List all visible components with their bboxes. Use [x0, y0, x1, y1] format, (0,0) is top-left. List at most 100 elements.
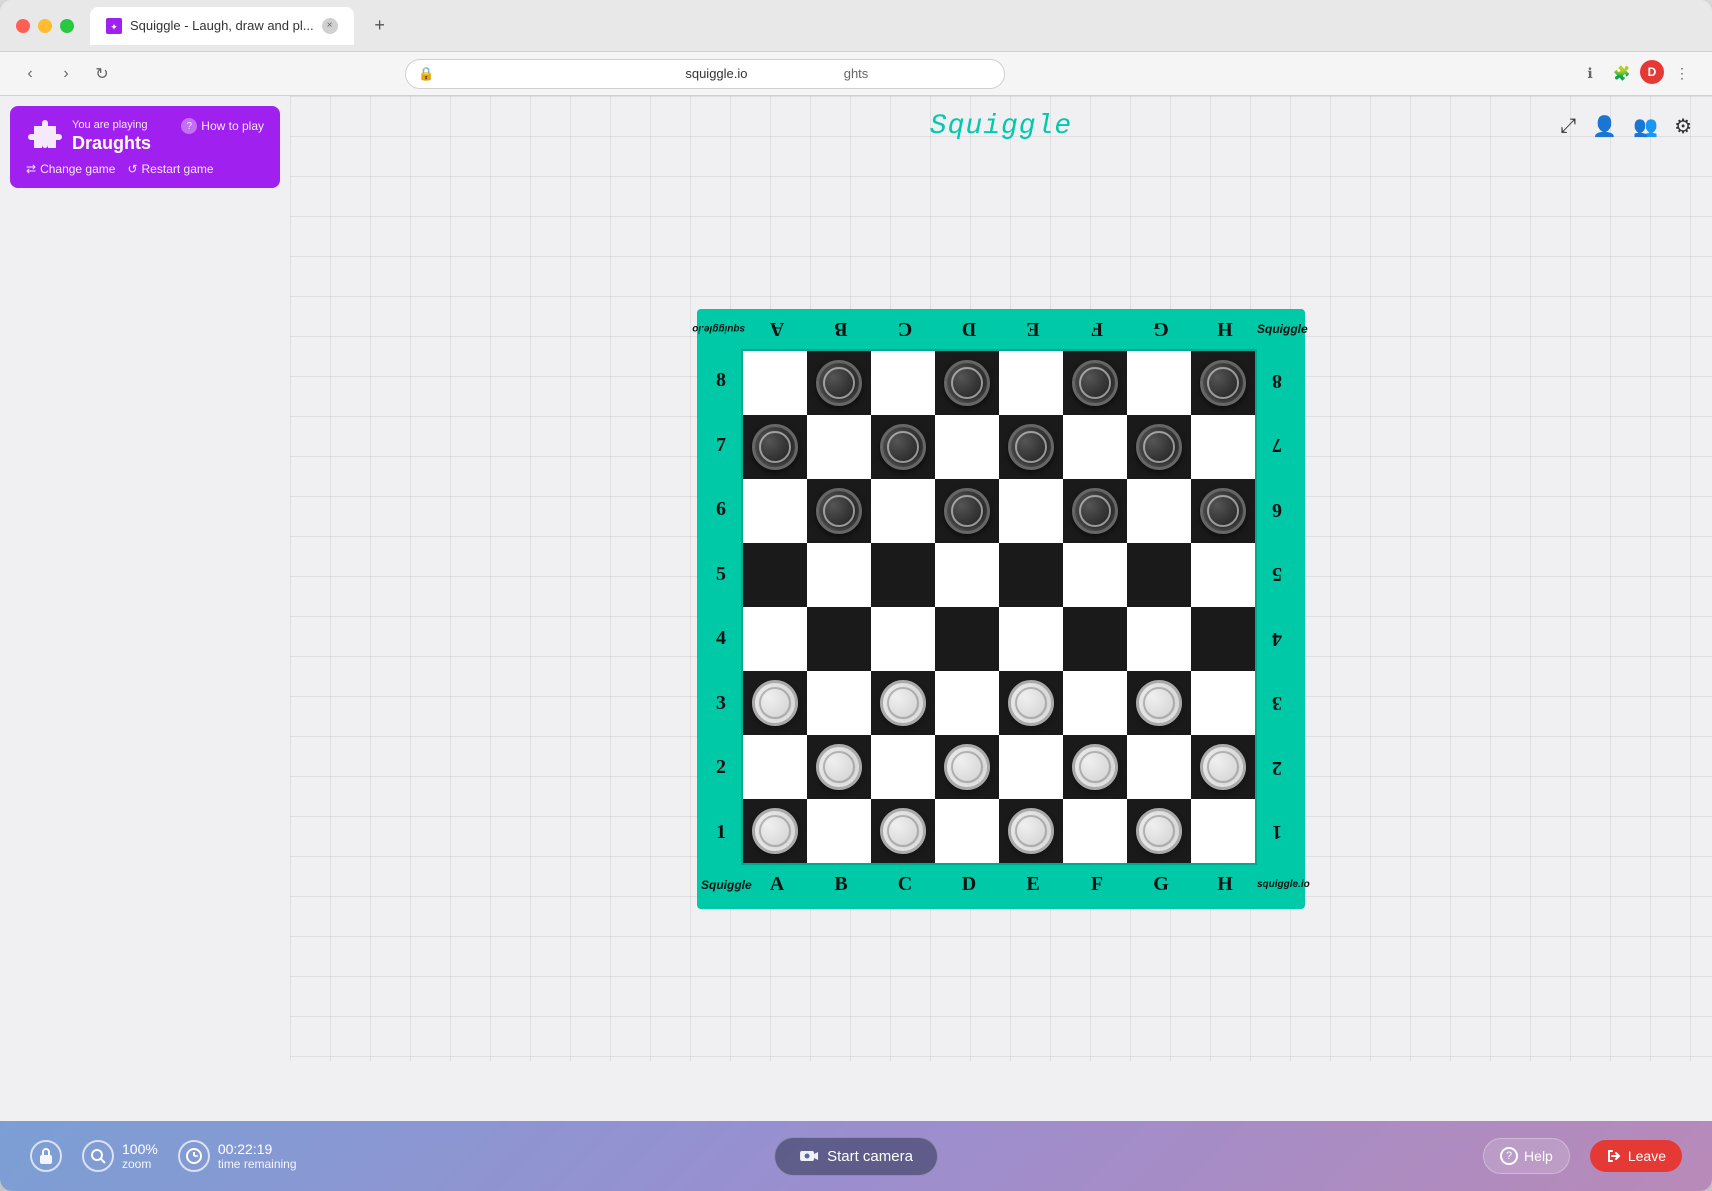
light-piece-7-0[interactable]: [752, 808, 798, 854]
light-piece-7-2[interactable]: [880, 808, 926, 854]
light-piece-6-7[interactable]: [1200, 744, 1246, 790]
board-cell-4-6[interactable]: [1127, 607, 1191, 671]
back-button[interactable]: ‹: [16, 60, 44, 88]
change-game-button[interactable]: ⇄ Change game: [26, 162, 115, 176]
close-button[interactable]: [16, 19, 30, 33]
board-cell-3-2[interactable]: [871, 543, 935, 607]
board-cell-4-2[interactable]: [871, 607, 935, 671]
dark-piece-1-2[interactable]: [880, 424, 926, 470]
board-cell-5-0[interactable]: [743, 671, 807, 735]
board-cell-3-1[interactable]: [807, 543, 871, 607]
dark-piece-2-7[interactable]: [1200, 488, 1246, 534]
board-cell-4-4[interactable]: [999, 607, 1063, 671]
board-cell-0-4[interactable]: [999, 351, 1063, 415]
board-cell-0-0[interactable]: [743, 351, 807, 415]
board-cell-6-1[interactable]: [807, 735, 871, 799]
board-cell-1-1[interactable]: [807, 415, 871, 479]
board-cell-3-0[interactable]: [743, 543, 807, 607]
board-cell-7-0[interactable]: [743, 799, 807, 863]
board-cell-6-6[interactable]: [1127, 735, 1191, 799]
board-cell-1-6[interactable]: [1127, 415, 1191, 479]
help-button[interactable]: ? Help: [1483, 1138, 1570, 1174]
board-cell-2-0[interactable]: [743, 479, 807, 543]
board-cell-1-2[interactable]: [871, 415, 935, 479]
board-cell-1-4[interactable]: [999, 415, 1063, 479]
minimize-button[interactable]: [38, 19, 52, 33]
dark-piece-2-3[interactable]: [944, 488, 990, 534]
light-piece-7-6[interactable]: [1136, 808, 1182, 854]
light-piece-6-3[interactable]: [944, 744, 990, 790]
board-cell-4-7[interactable]: [1191, 607, 1255, 671]
add-person-icon[interactable]: 👤: [1592, 114, 1617, 139]
board-cell-2-7[interactable]: [1191, 479, 1255, 543]
browser-tab[interactable]: ✦ Squiggle - Laugh, draw and pl... ×: [90, 7, 354, 45]
board-cell-7-7[interactable]: [1191, 799, 1255, 863]
dark-piece-0-1[interactable]: [816, 360, 862, 406]
address-bar[interactable]: 🔒 squiggle.io: [405, 59, 1005, 89]
board-cell-0-7[interactable]: [1191, 351, 1255, 415]
settings-icon[interactable]: ⚙: [1674, 114, 1692, 139]
board-cell-0-6[interactable]: [1127, 351, 1191, 415]
board-cell-2-2[interactable]: [871, 479, 935, 543]
dark-piece-2-1[interactable]: [816, 488, 862, 534]
board-cell-1-0[interactable]: [743, 415, 807, 479]
menu-button[interactable]: ⋮: [1668, 60, 1696, 88]
compress-icon[interactable]: ⤢: [1560, 115, 1576, 138]
maximize-button[interactable]: [60, 19, 74, 33]
board-cell-5-1[interactable]: [807, 671, 871, 735]
board-cell-6-4[interactable]: [999, 735, 1063, 799]
search-icon[interactable]: [82, 1140, 114, 1172]
board-cell-2-1[interactable]: [807, 479, 871, 543]
board-cell-5-7[interactable]: [1191, 671, 1255, 735]
board-cell-3-5[interactable]: [1063, 543, 1127, 607]
light-piece-5-6[interactable]: [1136, 680, 1182, 726]
dark-piece-1-6[interactable]: [1136, 424, 1182, 470]
board-cell-0-2[interactable]: [871, 351, 935, 415]
tab-close-button[interactable]: ×: [322, 18, 338, 34]
light-piece-5-0[interactable]: [752, 680, 798, 726]
checkerboard-grid[interactable]: [741, 349, 1257, 865]
board-cell-1-5[interactable]: [1063, 415, 1127, 479]
board-cell-5-2[interactable]: [871, 671, 935, 735]
board-cell-2-6[interactable]: [1127, 479, 1191, 543]
board-cell-4-0[interactable]: [743, 607, 807, 671]
board-cell-1-7[interactable]: [1191, 415, 1255, 479]
board-cell-3-4[interactable]: [999, 543, 1063, 607]
group-icon[interactable]: 👥: [1633, 114, 1658, 139]
dark-piece-0-7[interactable]: [1200, 360, 1246, 406]
board-cell-7-5[interactable]: [1063, 799, 1127, 863]
board-cell-5-5[interactable]: [1063, 671, 1127, 735]
board-cell-2-5[interactable]: [1063, 479, 1127, 543]
board-cell-7-4[interactable]: [999, 799, 1063, 863]
board-cell-7-6[interactable]: [1127, 799, 1191, 863]
board-cell-4-3[interactable]: [935, 607, 999, 671]
board-cell-3-3[interactable]: [935, 543, 999, 607]
dark-piece-1-0[interactable]: [752, 424, 798, 470]
forward-button[interactable]: ›: [52, 60, 80, 88]
dark-piece-2-5[interactable]: [1072, 488, 1118, 534]
board-cell-0-5[interactable]: [1063, 351, 1127, 415]
board-cell-7-1[interactable]: [807, 799, 871, 863]
board-cell-2-3[interactable]: [935, 479, 999, 543]
extension-button[interactable]: 🧩: [1608, 60, 1636, 88]
light-piece-5-2[interactable]: [880, 680, 926, 726]
board-cell-4-5[interactable]: [1063, 607, 1127, 671]
board-cell-7-2[interactable]: [871, 799, 935, 863]
board-cell-5-3[interactable]: [935, 671, 999, 735]
board-cell-6-7[interactable]: [1191, 735, 1255, 799]
info-button[interactable]: ℹ: [1576, 60, 1604, 88]
light-piece-5-4[interactable]: [1008, 680, 1054, 726]
board-cell-6-5[interactable]: [1063, 735, 1127, 799]
board-cell-3-7[interactable]: [1191, 543, 1255, 607]
board-cell-1-3[interactable]: [935, 415, 999, 479]
leave-button[interactable]: Leave: [1590, 1140, 1682, 1172]
board-cell-6-2[interactable]: [871, 735, 935, 799]
light-piece-7-4[interactable]: [1008, 808, 1054, 854]
board-cell-2-4[interactable]: [999, 479, 1063, 543]
reload-button[interactable]: ↻: [88, 60, 116, 88]
board-cell-6-3[interactable]: [935, 735, 999, 799]
how-to-play-button[interactable]: ? How to play: [181, 118, 264, 134]
light-piece-6-1[interactable]: [816, 744, 862, 790]
light-piece-6-5[interactable]: [1072, 744, 1118, 790]
board-cell-0-3[interactable]: [935, 351, 999, 415]
